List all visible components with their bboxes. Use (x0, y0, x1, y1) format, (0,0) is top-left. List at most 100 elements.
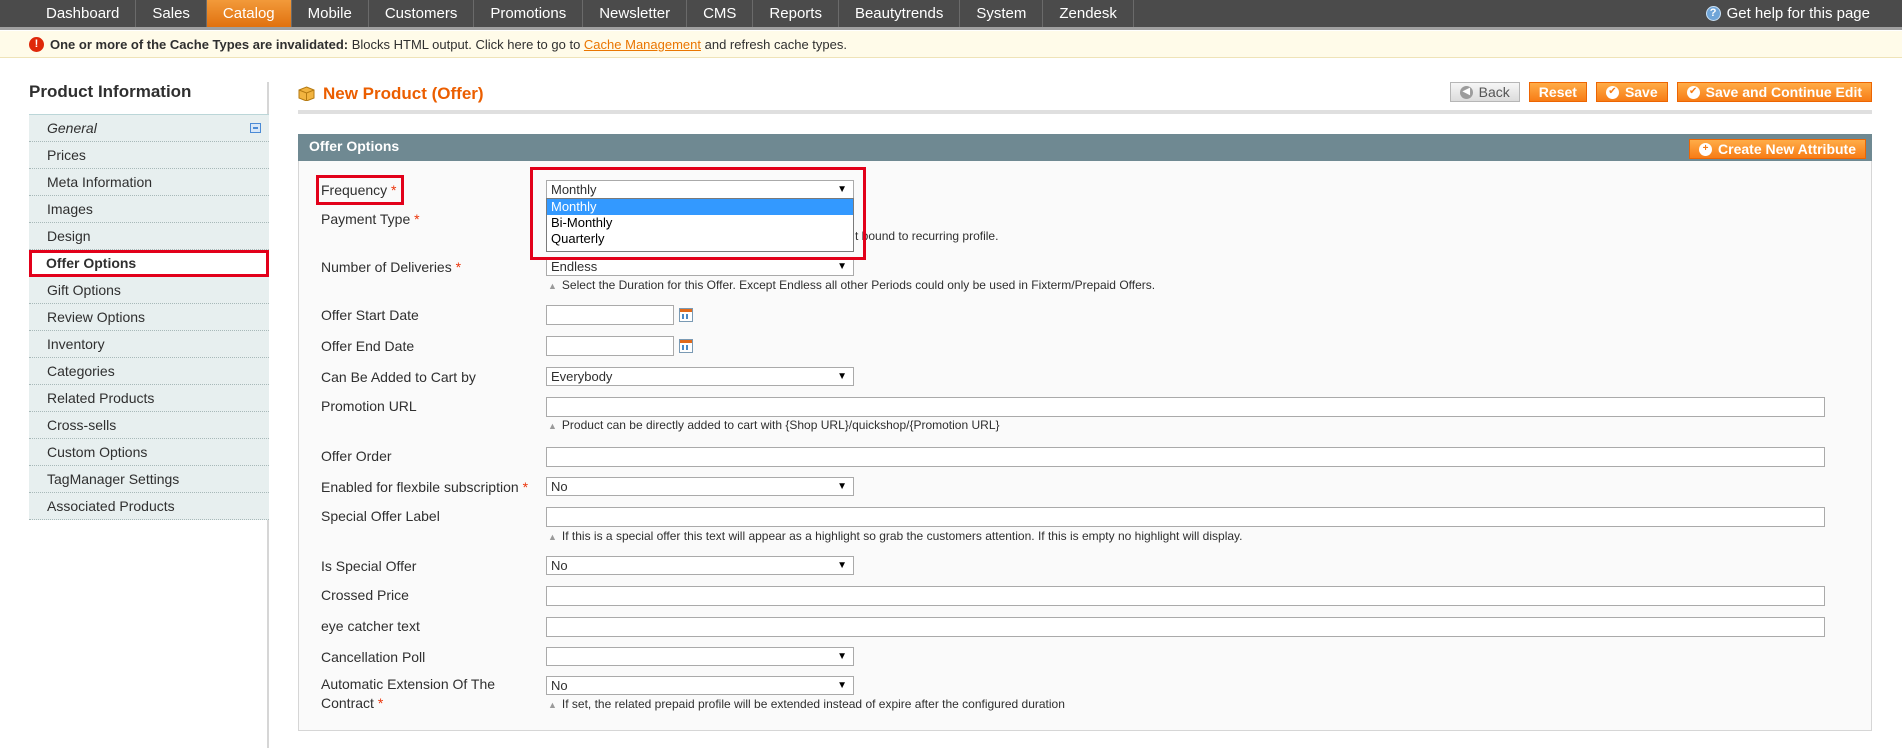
end-date-input[interactable] (546, 336, 674, 356)
tab-associated-products[interactable]: Associated Products (29, 493, 269, 520)
plus-icon: + (1699, 142, 1713, 156)
eye-catcher-input[interactable] (546, 617, 1825, 637)
nav-system[interactable]: System (960, 0, 1044, 27)
payment-type-label-text: Payment Type (321, 211, 411, 227)
tab-general[interactable]: General (29, 115, 269, 142)
reset-button[interactable]: Reset (1528, 82, 1587, 102)
frequency-option-quarterly[interactable]: Quarterly (547, 231, 853, 247)
deliveries-note: ▲ Select the Duration for this Offer. Exc… (548, 278, 1155, 292)
cache-management-link[interactable]: Cache Management (584, 37, 701, 52)
note-triangle-icon: ▲ (548, 532, 557, 542)
calendar-icon[interactable] (679, 339, 693, 353)
auto-extension-note: ▲ If set, the related prepaid profile wil… (548, 697, 1065, 711)
help-link[interactable]: ? Get help for this page (1705, 0, 1870, 27)
check-icon: ✔ (1605, 85, 1619, 99)
nav-sales[interactable]: Sales (136, 0, 207, 27)
frequency-option-bi-monthly[interactable]: Bi-Monthly (547, 215, 853, 231)
tab-custom-options[interactable]: Custom Options (29, 439, 269, 466)
note-triangle-icon: ▲ (548, 281, 557, 291)
nav-beautytrends[interactable]: Beautytrends (839, 0, 961, 27)
tab-review-options[interactable]: Review Options (29, 304, 269, 331)
auto-extension-select[interactable]: No ▼ (546, 676, 854, 695)
tab-inventory[interactable]: Inventory (29, 331, 269, 358)
note-triangle-icon: ▲ (548, 700, 557, 710)
tab-design[interactable]: Design (29, 223, 269, 250)
tab-categories[interactable]: Categories (29, 358, 269, 385)
special-offer-label-input[interactable] (546, 507, 1825, 527)
tab-prices[interactable]: Prices (29, 142, 269, 169)
cancellation-poll-label: Cancellation Poll (321, 649, 426, 665)
start-date-label: Offer Start Date (321, 307, 419, 323)
cancellation-poll-select[interactable]: ▼ (546, 647, 854, 666)
nav-zendesk[interactable]: Zendesk (1043, 0, 1134, 27)
nav-catalog[interactable]: Catalog (206, 0, 292, 27)
nav-cms[interactable]: CMS (687, 0, 754, 27)
product-tabs: General Prices Meta Information Images D… (29, 114, 269, 520)
help-label: Get help for this page (1726, 5, 1870, 22)
chevron-down-icon: ▼ (837, 184, 847, 195)
product-box-icon (298, 86, 315, 101)
fieldset-legend: Offer Options (309, 138, 400, 154)
note-triangle-icon: ▲ (548, 421, 557, 431)
create-attribute-label: Create New Attribute (1718, 141, 1856, 157)
chevron-down-icon: ▼ (837, 680, 847, 691)
form-actions: ◀ Back Reset ✔ Save ✔ Save and Continue … (1449, 82, 1872, 102)
is-special-offer-label: Is Special Offer (321, 558, 417, 574)
deliveries-select[interactable]: Endless ▼ (546, 257, 854, 276)
frequency-select[interactable]: Monthly ▼ (546, 180, 854, 199)
required-mark: * (377, 695, 384, 711)
frequency-option-monthly[interactable]: Monthly (547, 199, 853, 215)
frequency-value: Monthly (551, 182, 597, 197)
back-label: Back (1478, 84, 1510, 100)
notice-text: Blocks HTML output. Click here to go to (348, 37, 584, 52)
main-menu: Dashboard Sales Catalog Mobile Customers… (30, 0, 1134, 27)
crossed-price-input[interactable] (546, 586, 1825, 606)
save-continue-label: Save and Continue Edit (1705, 84, 1862, 100)
offer-order-label: Offer Order (321, 448, 392, 464)
tab-images[interactable]: Images (29, 196, 269, 223)
payment-type-note: t bound to recurring profile. (855, 229, 999, 243)
back-button[interactable]: ◀ Back (1449, 82, 1520, 102)
tab-related-products[interactable]: Related Products (29, 385, 269, 412)
start-date-input[interactable] (546, 305, 674, 325)
cart-access-value: Everybody (551, 369, 613, 384)
save-button[interactable]: ✔ Save (1595, 82, 1668, 102)
calendar-icon[interactable] (679, 308, 693, 322)
chevron-down-icon: ▼ (837, 651, 847, 662)
fieldset-header: Offer Options + Create New Attribute (298, 134, 1872, 161)
required-mark: * (414, 211, 420, 227)
page-title: New Product (Offer) (323, 84, 484, 103)
auto-extension-label: Automatic Extension Of The Contract * (321, 675, 495, 713)
tab-tagmanager-settings[interactable]: TagManager Settings (29, 466, 269, 493)
flexible-subscription-value: No (551, 479, 568, 494)
tab-cross-sells[interactable]: Cross-sells (29, 412, 269, 439)
nav-dashboard[interactable]: Dashboard (30, 0, 137, 27)
required-mark: * (391, 182, 397, 198)
promotion-url-note-text: Product can be directly added to cart wi… (561, 418, 1000, 432)
offer-order-input[interactable] (546, 447, 1825, 467)
nav-mobile[interactable]: Mobile (292, 0, 369, 27)
save-continue-button[interactable]: ✔ Save and Continue Edit (1676, 82, 1872, 102)
deliveries-note-text: Select the Duration for this Offer. Exce… (561, 278, 1156, 292)
promotion-url-note: ▲ Product can be directly added to cart w… (548, 418, 1000, 432)
chevron-down-icon: ▼ (837, 560, 847, 571)
payment-type-label: Payment Type * (321, 211, 420, 227)
chevron-down-icon: ▼ (837, 261, 847, 272)
flexible-subscription-select[interactable]: No ▼ (546, 477, 854, 496)
tab-offer-options[interactable]: Offer Options (29, 250, 269, 277)
nav-promotions[interactable]: Promotions (474, 0, 584, 27)
nav-reports[interactable]: Reports (753, 0, 839, 27)
cart-access-select[interactable]: Everybody ▼ (546, 367, 854, 386)
nav-customers[interactable]: Customers (369, 0, 475, 27)
collapse-icon[interactable] (250, 123, 261, 133)
eye-catcher-label: eye catcher text (321, 618, 420, 634)
page-header: New Product (Offer) ◀ Back Reset ✔ Save … (298, 82, 1872, 114)
promotion-url-input[interactable] (546, 397, 1825, 417)
nav-newsletter[interactable]: Newsletter (583, 0, 688, 27)
create-attribute-button[interactable]: + Create New Attribute (1689, 139, 1866, 159)
tab-gift-options[interactable]: Gift Options (29, 277, 269, 304)
sidebar-title: Product Information (29, 82, 192, 101)
top-navigation: Dashboard Sales Catalog Mobile Customers… (0, 0, 1902, 30)
tab-meta-information[interactable]: Meta Information (29, 169, 269, 196)
is-special-offer-select[interactable]: No ▼ (546, 556, 854, 575)
